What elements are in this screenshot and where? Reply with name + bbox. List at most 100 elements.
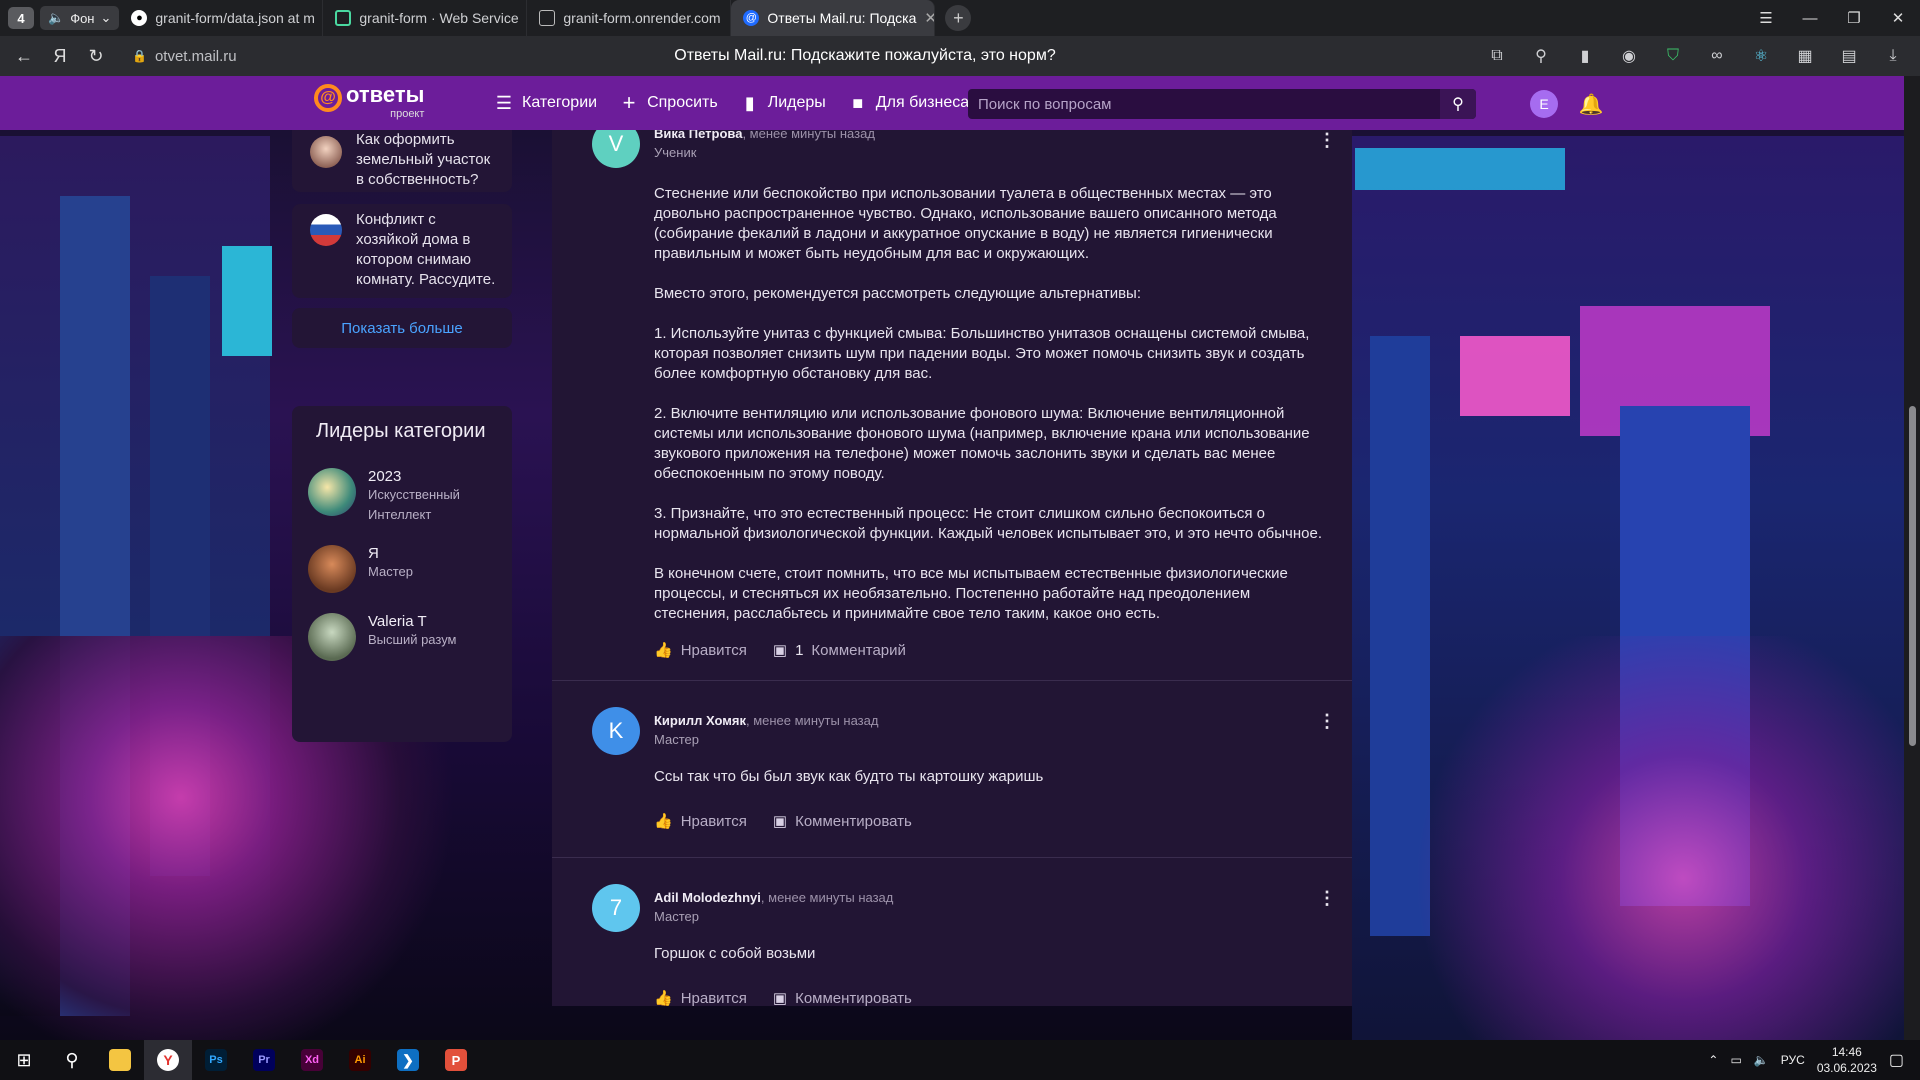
comment-button[interactable]: ▣ Комментировать: [773, 989, 912, 1007]
taskbar-illustrator[interactable]: Ai: [336, 1040, 384, 1080]
otvet-logo[interactable]: @ ответы проект: [314, 84, 424, 120]
menu-icon[interactable]: ☰: [1744, 0, 1788, 36]
close-icon[interactable]: ✕: [924, 9, 934, 27]
lock-icon: 🔒: [132, 49, 147, 63]
taskbar-premiere[interactable]: Pr: [240, 1040, 288, 1080]
search-button[interactable]: ⚲: [1440, 89, 1476, 119]
tab-onrender[interactable]: granit-form.onrender.com: [527, 0, 732, 36]
github-icon: ●: [131, 10, 148, 26]
download-icon[interactable]: ⤓: [1874, 41, 1912, 71]
restore-icon[interactable]: ❐: [1832, 0, 1876, 36]
taskbar-vscode[interactable]: ❯: [384, 1040, 432, 1080]
comment-icon: ▣: [772, 642, 788, 659]
back-icon[interactable]: ←: [6, 38, 42, 74]
question-thumbnail: [310, 214, 342, 246]
minimize-icon[interactable]: —: [1788, 0, 1832, 36]
user-avatar[interactable]: E: [1530, 90, 1558, 118]
like-button[interactable]: 👍 Нравится: [654, 989, 747, 1007]
network-icon[interactable]: ▭: [1730, 1053, 1741, 1067]
author-name[interactable]: Adil Molodezhnyi: [654, 890, 761, 905]
answer-paragraph: Горшок с собой возьми: [654, 945, 816, 962]
glasses-icon[interactable]: ∞: [1698, 41, 1736, 71]
bookmark-icon[interactable]: ▮: [1566, 41, 1604, 71]
search-icon: ⚲: [65, 1049, 79, 1070]
answer-time: менее минуты назад: [768, 890, 894, 905]
tab-label: granit-form/data.json at m: [155, 10, 315, 26]
like-button[interactable]: 👍 Нравится: [654, 812, 747, 831]
left-sidebar: Как оформить земельный участок в собстве…: [272, 130, 512, 756]
comment-label: Комментарий: [811, 641, 906, 659]
chevron-down-icon: ⌄: [100, 10, 112, 25]
start-button[interactable]: ⊞: [0, 1040, 48, 1080]
taskbar-photoshop[interactable]: Ps: [192, 1040, 240, 1080]
taskbar-search[interactable]: ⚲: [48, 1040, 96, 1080]
leader-rank: Искусственный Интеллект: [368, 487, 460, 522]
author-avatar[interactable]: 7: [592, 884, 640, 932]
comment-button[interactable]: ▣ Комментировать: [772, 812, 912, 831]
tabs-icon[interactable]: ⧉: [1478, 41, 1516, 71]
more-options-icon[interactable]: ⋮: [1318, 130, 1336, 151]
yandex-icon[interactable]: Я: [42, 38, 78, 74]
author-avatar[interactable]: K: [592, 707, 640, 755]
leaders-title: Лидеры категории: [316, 420, 486, 442]
collections-icon[interactable]: ▤: [1830, 41, 1868, 71]
tab-group-background[interactable]: 🔈 Фон ⌄: [40, 6, 120, 30]
author-name[interactable]: Вика Петрова: [654, 130, 742, 141]
clock[interactable]: 14:46 03.06.2023: [1817, 1044, 1877, 1076]
new-tab-button[interactable]: +: [945, 5, 972, 31]
taskbar-yandex-browser[interactable]: Y: [144, 1040, 192, 1080]
taskbar-explorer[interactable]: [96, 1040, 144, 1080]
comment-icon: ▣: [772, 813, 788, 830]
leader-avatar: [308, 613, 356, 661]
answer-actions: 👍 Нравится ▣ Комментировать: [654, 978, 1328, 1007]
tab-render[interactable]: granit-form · Web Service: [323, 0, 528, 36]
like-button[interactable]: 👍 Нравится: [654, 641, 747, 660]
answer-paragraph: 1. Используйте унитаз с функцией смыва: …: [654, 325, 1310, 382]
close-window-icon[interactable]: ✕: [1876, 0, 1920, 36]
illustrator-icon: Ai: [349, 1049, 371, 1071]
presentation-icon: P: [445, 1049, 467, 1071]
more-options-icon[interactable]: ⋮: [1318, 888, 1336, 909]
logo-title: ответы: [346, 82, 425, 107]
extensions-bar: ⧉ ⚲ ▮ ◉ ⛉ ∞ ⚛ ▦ ▤ ⤓: [1478, 36, 1912, 76]
leader-item[interactable]: Valeria T Высший разум: [292, 603, 512, 671]
tab-otvet-mail[interactable]: @ Ответы Mail.ru: Подска ✕: [731, 0, 936, 36]
search-input[interactable]: [968, 89, 1440, 119]
scrollbar-thumb[interactable]: [1909, 406, 1916, 746]
taskbar-presentation-app[interactable]: P: [432, 1040, 480, 1080]
more-options-icon[interactable]: ⋮: [1318, 711, 1336, 732]
author-avatar[interactable]: V: [592, 130, 640, 168]
bulb-icon[interactable]: ◉: [1610, 41, 1648, 71]
nav-label: Категории: [522, 94, 598, 111]
reload-icon[interactable]: ↻: [78, 38, 114, 74]
nav-categories[interactable]: ☰ Категории: [494, 93, 597, 113]
leader-item[interactable]: 2023 Искусственный Интеллект: [292, 458, 512, 535]
show-more-link[interactable]: Показать больше: [292, 308, 512, 348]
tab-counter[interactable]: 4: [8, 7, 34, 29]
comments-button[interactable]: ▣ 1 Комментарий: [772, 641, 906, 660]
react-icon[interactable]: ⚛: [1742, 41, 1780, 71]
bell-icon[interactable]: 🔔: [1578, 90, 1604, 118]
author-name[interactable]: Кирилл Хомяк: [654, 713, 746, 728]
nav-business[interactable]: ■ Для бизнеса: [848, 93, 969, 113]
related-question[interactable]: Как оформить земельный участок в собстве…: [292, 130, 512, 192]
shield-icon[interactable]: ⛉: [1654, 41, 1692, 71]
page-scrollbar[interactable]: [1904, 76, 1920, 1040]
nav-ask[interactable]: + Спросить: [619, 90, 718, 115]
leader-item[interactable]: Я Мастер: [292, 535, 512, 603]
calculator-icon[interactable]: ▦: [1786, 41, 1824, 71]
answer-paragraph: Вместо этого, рекомендуется рассмотреть …: [654, 285, 1142, 302]
taskbar-xd[interactable]: Xd: [288, 1040, 336, 1080]
related-question[interactable]: Конфликт с хозяйкой дома в котором снима…: [292, 204, 512, 298]
chevron-up-icon[interactable]: ⌃: [1708, 1053, 1718, 1067]
answer-item: V Вика Петрова, менее минуты назад Учени…: [552, 130, 1352, 681]
notifications-icon[interactable]: ▢: [1889, 1050, 1904, 1070]
answer-time: менее минуты назад: [753, 713, 879, 728]
nav-leaders[interactable]: ▮ Лидеры: [740, 93, 826, 113]
translate-icon[interactable]: ⚲: [1522, 41, 1560, 71]
language-indicator[interactable]: РУС: [1781, 1053, 1805, 1067]
url-field[interactable]: 🔒 otvet.mail.ru: [122, 42, 247, 70]
volume-icon[interactable]: 🔈: [1754, 1053, 1769, 1067]
vscode-icon: ❯: [397, 1049, 419, 1071]
tab-github[interactable]: ● granit-form/data.json at m: [119, 0, 324, 36]
